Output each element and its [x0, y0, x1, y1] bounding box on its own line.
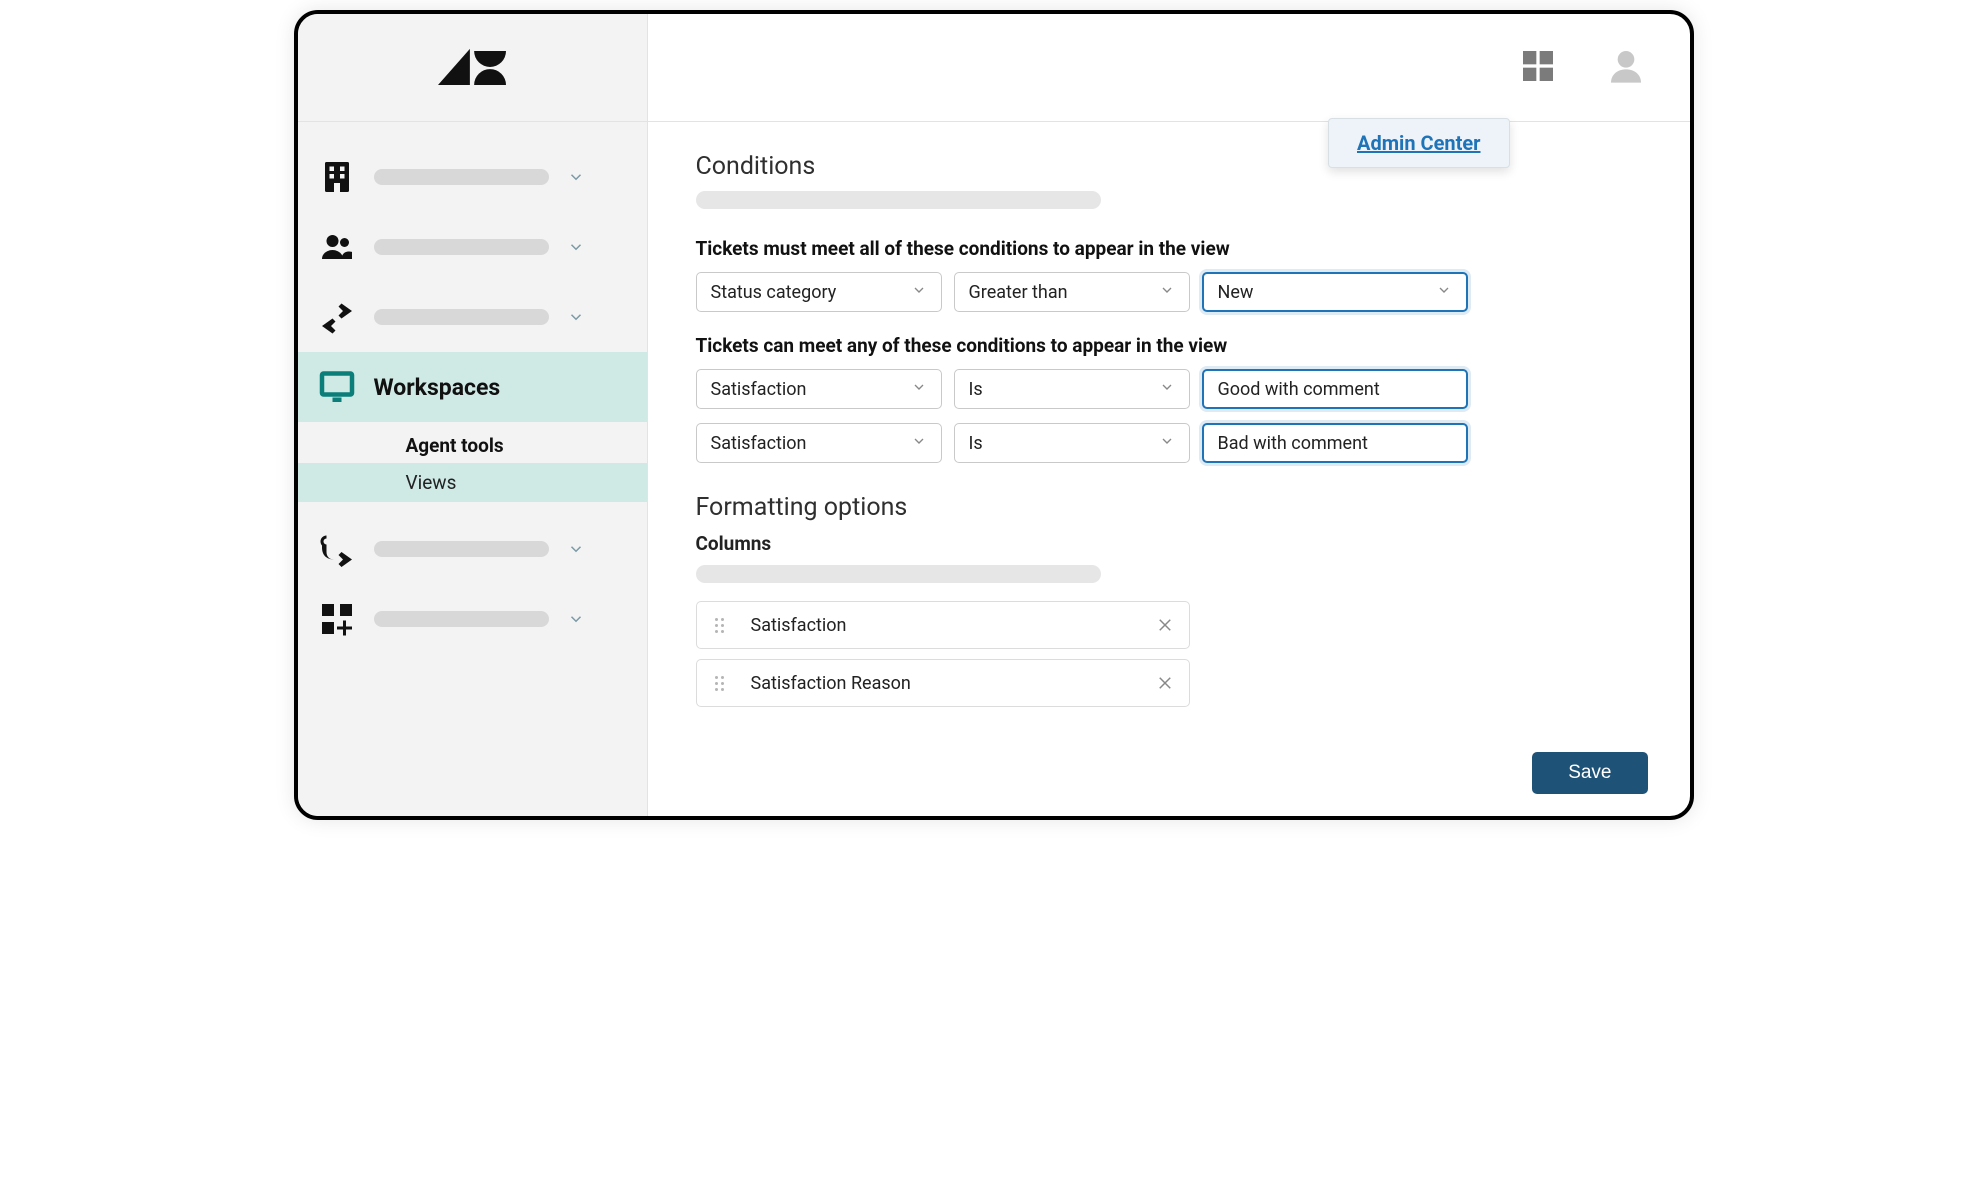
sidebar-item-workspaces[interactable]: Workspaces [298, 352, 647, 422]
logo [298, 14, 647, 122]
chevron-down-icon [565, 306, 587, 328]
conditions-all-label: Tickets must meet all of these condition… [696, 237, 1642, 260]
condition-field-value: Status category [711, 282, 837, 303]
condition-operator-value: Is [969, 379, 983, 400]
sidebar-item-objects[interactable] [298, 514, 647, 584]
topbar [648, 14, 1690, 122]
chevron-down-icon [1436, 282, 1452, 303]
drag-handle-icon[interactable] [711, 616, 729, 635]
conditions-desc-placeholder [696, 191, 1101, 209]
sidebar: Workspaces Agent tools Views [298, 14, 648, 816]
condition-operator-select[interactable]: Greater than [954, 272, 1190, 312]
sidebar-item-placeholder [374, 169, 549, 185]
columns-desc-placeholder [696, 565, 1101, 583]
content: Conditions Tickets must meet all of thes… [648, 122, 1690, 816]
chevron-down-icon [565, 538, 587, 560]
condition-value-select[interactable]: Good with comment [1202, 369, 1468, 409]
column-item[interactable]: Satisfaction [696, 601, 1190, 649]
condition-operator-select[interactable]: Is [954, 369, 1190, 409]
chevron-down-icon [1159, 379, 1175, 400]
condition-operator-select[interactable]: Is [954, 423, 1190, 463]
route-icon [316, 528, 358, 570]
sidebar-item-placeholder [374, 541, 549, 557]
users-icon [316, 226, 358, 268]
chevron-down-icon [565, 166, 587, 188]
sidebar-nav: Workspaces Agent tools Views [298, 122, 647, 654]
sidebar-item-channels[interactable] [298, 282, 647, 352]
condition-value-select[interactable]: Bad with comment [1202, 423, 1468, 463]
conditions-any-label: Tickets can meet any of these conditions… [696, 334, 1642, 357]
apps-grid-icon[interactable] [1518, 46, 1558, 90]
condition-value-value: New [1218, 282, 1254, 303]
column-name: Satisfaction [751, 615, 1155, 636]
avatar-icon[interactable] [1606, 46, 1646, 90]
save-button[interactable]: Save [1532, 752, 1647, 794]
sidebar-item-apps[interactable] [298, 584, 647, 654]
chevron-down-icon [911, 433, 927, 454]
condition-operator-value: Is [969, 433, 983, 454]
chevron-down-icon [911, 379, 927, 400]
condition-value-value: Bad with comment [1218, 433, 1368, 454]
admin-center-link[interactable]: Admin Center [1357, 131, 1481, 155]
formatting-heading: Formatting options [696, 493, 1642, 522]
columns-label: Columns [696, 532, 1642, 555]
chevron-down-icon [565, 236, 587, 258]
chevron-down-icon [1159, 282, 1175, 303]
chevron-down-icon [565, 608, 587, 630]
zendesk-logo-icon [438, 42, 506, 94]
condition-operator-value: Greater than [969, 282, 1068, 303]
condition-field-value: Satisfaction [711, 379, 807, 400]
condition-row-any: Satisfaction Is Bad with comment [696, 423, 1642, 463]
close-icon[interactable] [1155, 673, 1175, 693]
sidebar-subnav: Agent tools Views [298, 422, 647, 514]
app-window: Workspaces Agent tools Views [294, 10, 1694, 820]
sidebar-item-account[interactable] [298, 142, 647, 212]
sidebar-item-placeholder [374, 611, 549, 627]
condition-field-select[interactable]: Status category [696, 272, 942, 312]
column-item[interactable]: Satisfaction Reason [696, 659, 1190, 707]
sidebar-subnav-title: Agent tools [298, 426, 647, 463]
arrows-icon [316, 296, 358, 338]
condition-row-any: Satisfaction Is Good with comment [696, 369, 1642, 409]
sidebar-item-placeholder [374, 309, 549, 325]
condition-field-value: Satisfaction [711, 433, 807, 454]
apps-plus-icon [316, 598, 358, 640]
workspace-icon [316, 366, 358, 408]
sidebar-item-placeholder [374, 239, 549, 255]
close-icon[interactable] [1155, 615, 1175, 635]
condition-value-value: Good with comment [1218, 379, 1380, 400]
condition-field-select[interactable]: Satisfaction [696, 369, 942, 409]
sidebar-subnav-item-views[interactable]: Views [298, 463, 647, 502]
admin-center-popup: Admin Center [1328, 118, 1510, 168]
sidebar-item-people[interactable] [298, 212, 647, 282]
sidebar-item-label: Workspaces [374, 374, 625, 401]
chevron-down-icon [1159, 433, 1175, 454]
main: Admin Center Conditions Tickets must mee… [648, 14, 1690, 816]
chevron-down-icon [911, 282, 927, 303]
condition-value-select[interactable]: New [1202, 272, 1468, 312]
drag-handle-icon[interactable] [711, 674, 729, 693]
column-name: Satisfaction Reason [751, 673, 1155, 694]
condition-field-select[interactable]: Satisfaction [696, 423, 942, 463]
building-icon [316, 156, 358, 198]
condition-row-all: Status category Greater than New [696, 272, 1642, 312]
